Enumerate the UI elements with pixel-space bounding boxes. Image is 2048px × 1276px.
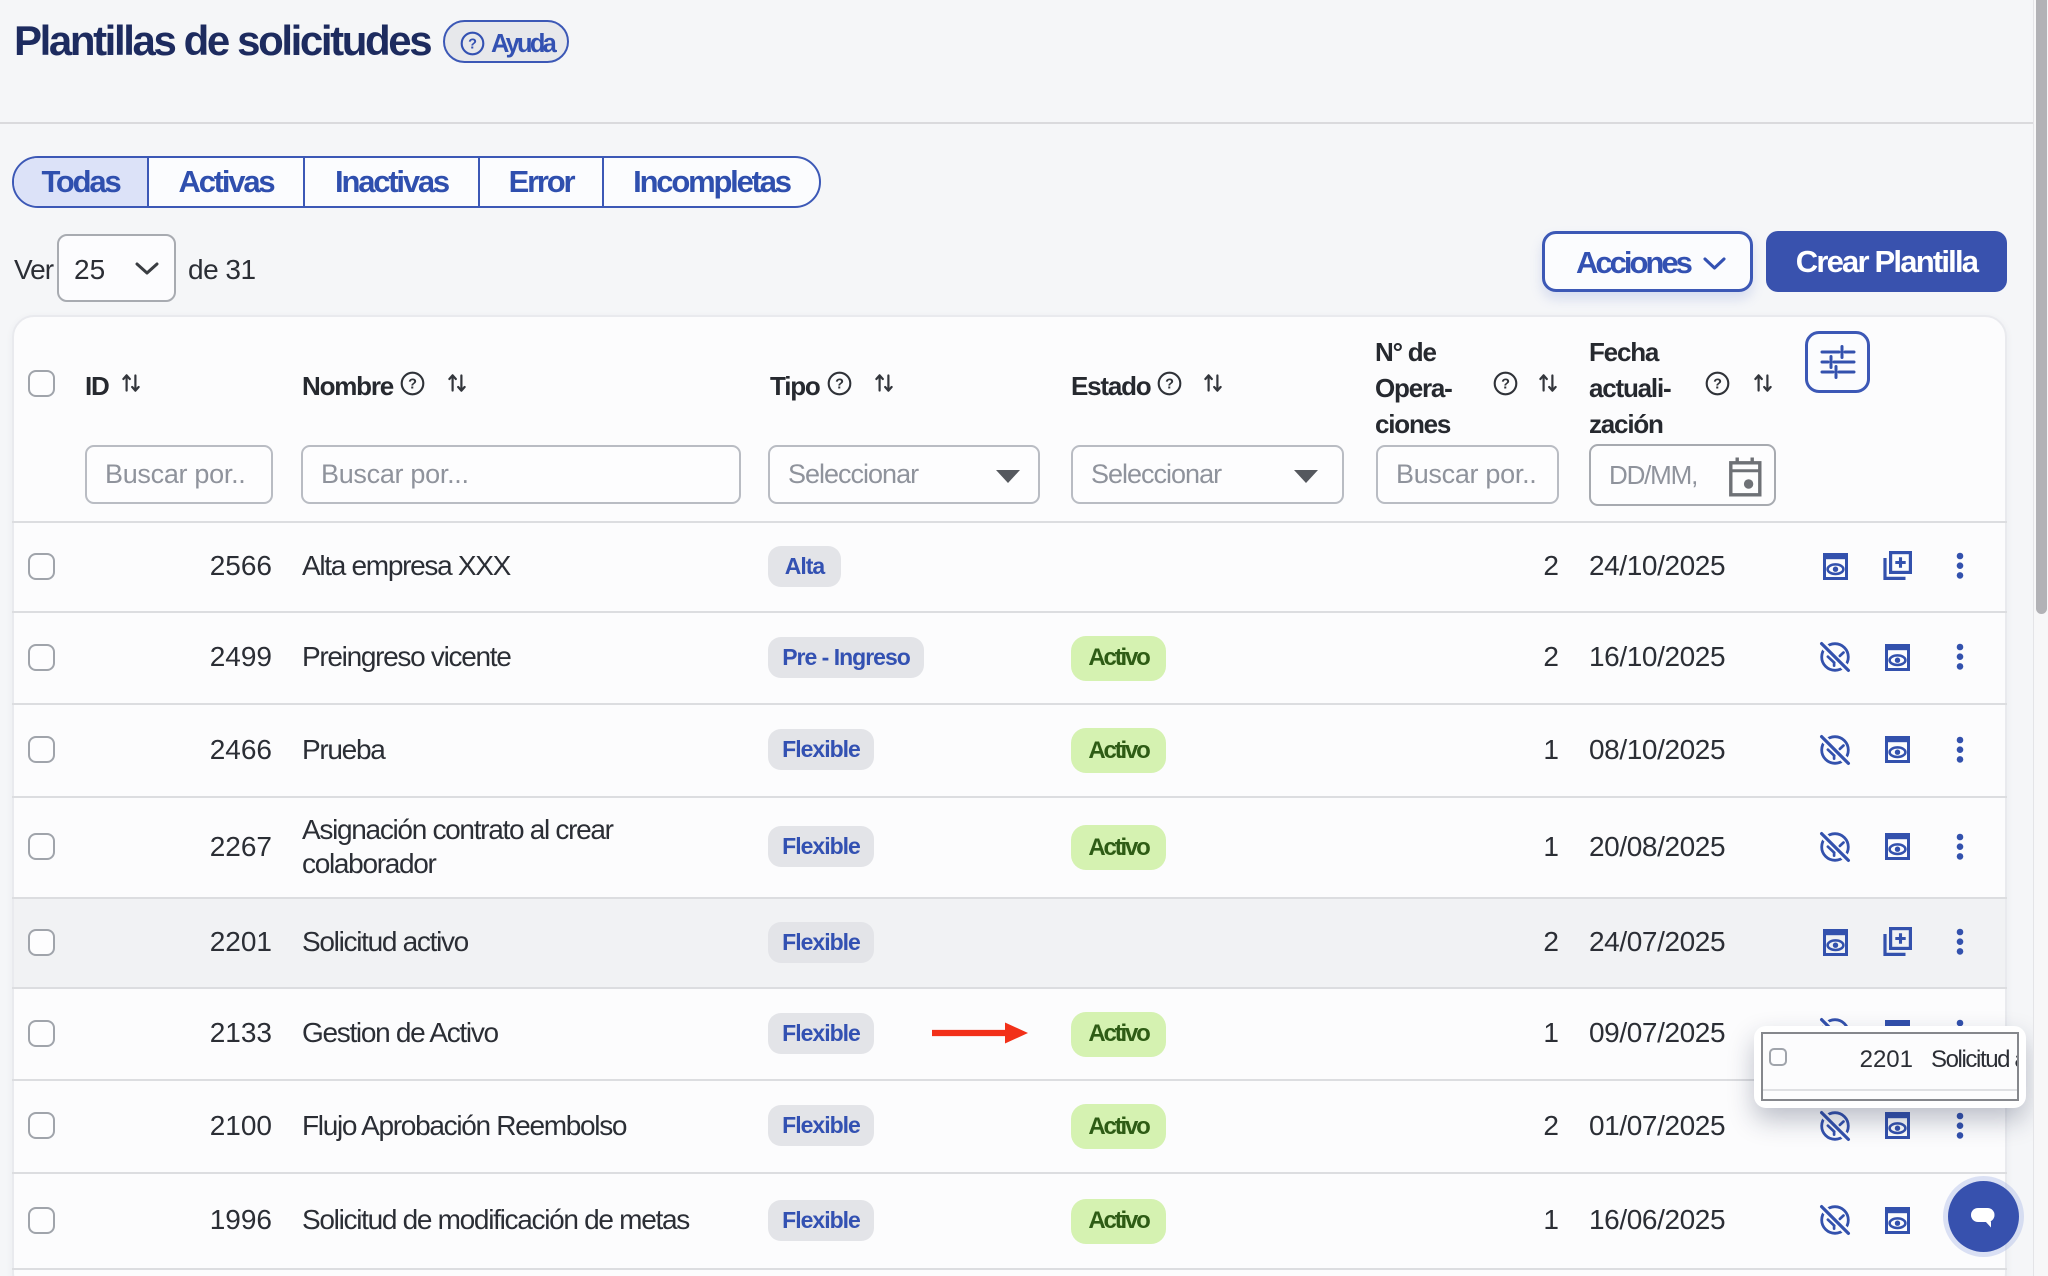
svg-text:?: ?: [1501, 376, 1510, 392]
svg-text:?: ?: [1165, 376, 1174, 392]
svg-text:?: ?: [408, 376, 417, 392]
svg-text:?: ?: [1713, 376, 1722, 392]
svg-text:?: ?: [835, 376, 844, 392]
svg-text:?: ?: [468, 36, 477, 52]
